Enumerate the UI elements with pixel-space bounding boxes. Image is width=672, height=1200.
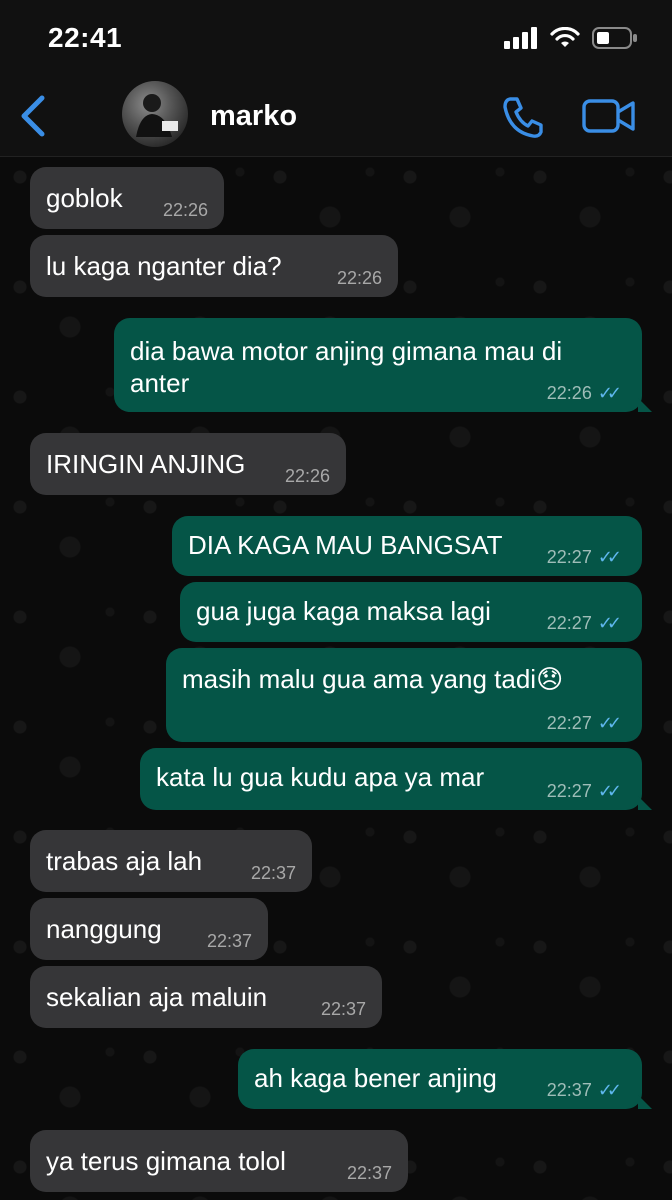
message-incoming[interactable]: sekalian aja maluin 22:37 xyxy=(30,966,382,1028)
chevron-left-icon[interactable] xyxy=(14,94,50,138)
message-outgoing[interactable]: masih malu gua ama yang tadi😞 22:27 ✓✓ xyxy=(166,648,642,742)
status-icons xyxy=(504,26,638,50)
wifi-icon xyxy=(550,27,580,47)
signal-icon xyxy=(504,27,537,49)
double-check-icon: ✓✓ xyxy=(597,1080,622,1100)
double-check-icon: ✓✓ xyxy=(597,547,622,567)
message-incoming[interactable]: ya terus gimana tolol 22:37 xyxy=(30,1130,408,1192)
status-time: 22:41 xyxy=(48,22,123,53)
video-call-icon[interactable] xyxy=(582,98,636,134)
message-incoming[interactable]: nanggung 22:37 xyxy=(30,898,268,960)
message-outgoing[interactable]: DIA KAGA MAU BANGSAT 22:27 ✓✓ xyxy=(172,516,642,576)
message-outgoing[interactable]: gua juga kaga maksa lagi 22:27 ✓✓ xyxy=(180,582,642,642)
message-incoming[interactable]: goblok 22:26 xyxy=(30,167,224,229)
message-outgoing[interactable]: ah kaga bener anjing 22:37 ✓✓ xyxy=(238,1049,652,1109)
message-incoming[interactable]: lu kaga nganter dia? 22:26 xyxy=(30,235,398,297)
double-check-icon: ✓✓ xyxy=(597,713,622,733)
double-check-icon: ✓✓ xyxy=(597,383,622,403)
avatar[interactable] xyxy=(122,81,188,147)
chat-header: marko xyxy=(0,78,672,157)
message-incoming[interactable]: trabas aja lah 22:37 xyxy=(30,830,312,892)
double-check-icon: ✓✓ xyxy=(597,613,622,633)
battery-icon xyxy=(592,27,637,49)
status-bar: 22:41 xyxy=(0,0,672,78)
chat-area[interactable]: goblok 22:26 lu kaga nganter dia? 22:26 … xyxy=(0,157,672,1200)
message-outgoing[interactable]: dia bawa motor anjing gimana mau di ante… xyxy=(114,318,652,412)
phone-icon[interactable] xyxy=(500,94,546,140)
double-check-icon: ✓✓ xyxy=(597,781,622,801)
contact-name[interactable]: marko xyxy=(210,100,297,133)
message-outgoing[interactable]: kata lu gua kudu apa ya mar 22:27 ✓✓ xyxy=(140,748,652,810)
message-incoming[interactable]: IRINGIN ANJING 22:26 xyxy=(30,433,346,495)
